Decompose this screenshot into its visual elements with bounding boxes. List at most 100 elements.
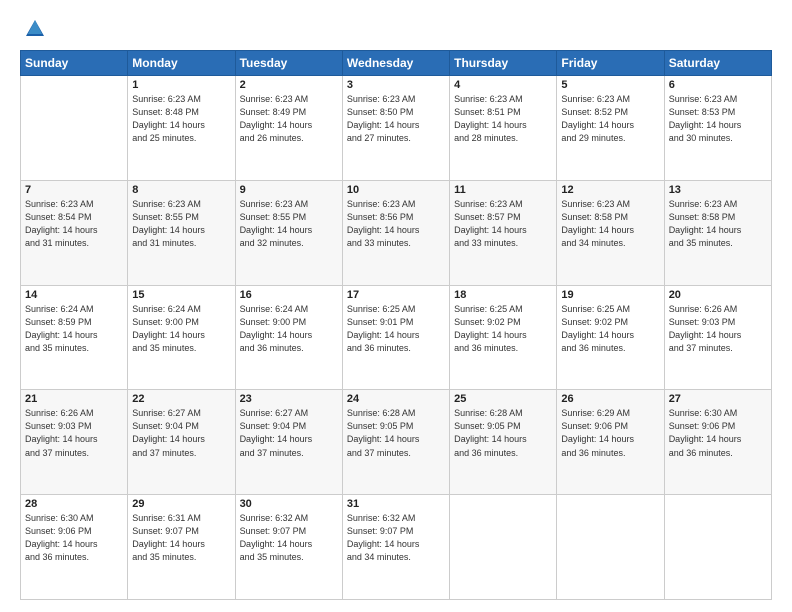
day-info: Sunrise: 6:23 AM Sunset: 8:53 PM Dayligh… (669, 93, 767, 145)
day-number: 27 (669, 393, 767, 405)
calendar-cell (21, 76, 128, 181)
calendar-cell: 1 Sunrise: 6:23 AM Sunset: 8:48 PM Daylig… (128, 76, 235, 181)
calendar-weekday-thursday: Thursday (450, 51, 557, 76)
calendar-cell: 4 Sunrise: 6:23 AM Sunset: 8:51 PM Daylig… (450, 76, 557, 181)
day-number: 14 (25, 289, 123, 301)
day-info: Sunrise: 6:32 AM Sunset: 9:07 PM Dayligh… (240, 512, 338, 564)
calendar-cell: 23 Sunrise: 6:27 AM Sunset: 9:04 PM Dayli… (235, 390, 342, 495)
calendar-cell: 11 Sunrise: 6:23 AM Sunset: 8:57 PM Dayli… (450, 180, 557, 285)
day-info: Sunrise: 6:23 AM Sunset: 8:58 PM Dayligh… (669, 198, 767, 250)
day-number: 17 (347, 289, 445, 301)
day-number: 7 (25, 184, 123, 196)
day-info: Sunrise: 6:31 AM Sunset: 9:07 PM Dayligh… (132, 512, 230, 564)
day-number: 16 (240, 289, 338, 301)
logo-icon (24, 18, 46, 40)
day-number: 31 (347, 498, 445, 510)
calendar-cell: 10Sunrise: 6:23 AM Sunset: 8:56 PM Dayli… (342, 180, 449, 285)
day-info: Sunrise: 6:25 AM Sunset: 9:01 PM Dayligh… (347, 303, 445, 355)
calendar-cell: 16 Sunrise: 6:24 AM Sunset: 9:00 PM Dayli… (235, 285, 342, 390)
calendar-cell: 22Sunrise: 6:27 AM Sunset: 9:04 PM Dayli… (128, 390, 235, 495)
day-info: Sunrise: 6:29 AM Sunset: 9:06 PM Dayligh… (561, 407, 659, 459)
day-info: Sunrise: 6:23 AM Sunset: 8:55 PM Dayligh… (132, 198, 230, 250)
day-info: Sunrise: 6:26 AM Sunset: 9:03 PM Dayligh… (25, 407, 123, 459)
day-number: 1 (132, 79, 230, 91)
logo (20, 18, 46, 40)
day-number: 30 (240, 498, 338, 510)
calendar-cell (557, 495, 664, 600)
day-number: 3 (347, 79, 445, 91)
calendar-cell: 20 Sunrise: 6:26 AM Sunset: 9:03 PM Dayli… (664, 285, 771, 390)
calendar-cell: 26 Sunrise: 6:29 AM Sunset: 9:06 PM Dayli… (557, 390, 664, 495)
calendar-cell: 12 Sunrise: 6:23 AM Sunset: 8:58 PM Dayli… (557, 180, 664, 285)
day-number: 21 (25, 393, 123, 405)
calendar-cell: 14 Sunrise: 6:24 AM Sunset: 8:59 PM Dayli… (21, 285, 128, 390)
day-number: 13 (669, 184, 767, 196)
day-info: Sunrise: 6:23 AM Sunset: 8:56 PM Dayligh… (347, 198, 445, 250)
day-number: 11 (454, 184, 552, 196)
calendar-cell: 30 Sunrise: 6:32 AM Sunset: 9:07 PM Dayli… (235, 495, 342, 600)
day-info: Sunrise: 6:30 AM Sunset: 9:06 PM Dayligh… (25, 512, 123, 564)
calendar-cell (664, 495, 771, 600)
day-info: Sunrise: 6:28 AM Sunset: 9:05 PM Dayligh… (454, 407, 552, 459)
calendar-cell: 29 Sunrise: 6:31 AM Sunset: 9:07 PM Dayli… (128, 495, 235, 600)
calendar-cell: 13 Sunrise: 6:23 AM Sunset: 8:58 PM Dayli… (664, 180, 771, 285)
calendar-cell: 15 Sunrise: 6:24 AM Sunset: 9:00 PM Dayli… (128, 285, 235, 390)
calendar-cell: 24 Sunrise: 6:28 AM Sunset: 9:05 PM Dayli… (342, 390, 449, 495)
calendar-header-row: SundayMondayTuesdayWednesdayThursdayFrid… (21, 51, 772, 76)
day-info: Sunrise: 6:24 AM Sunset: 9:00 PM Dayligh… (132, 303, 230, 355)
day-info: Sunrise: 6:23 AM Sunset: 8:55 PM Dayligh… (240, 198, 338, 250)
day-info: Sunrise: 6:23 AM Sunset: 8:48 PM Dayligh… (132, 93, 230, 145)
calendar-cell: 5Sunrise: 6:23 AM Sunset: 8:52 PM Daylig… (557, 76, 664, 181)
day-info: Sunrise: 6:23 AM Sunset: 8:58 PM Dayligh… (561, 198, 659, 250)
calendar-week-row: 14 Sunrise: 6:24 AM Sunset: 8:59 PM Dayli… (21, 285, 772, 390)
calendar-week-row: 7 Sunrise: 6:23 AM Sunset: 8:54 PM Daylig… (21, 180, 772, 285)
day-number: 26 (561, 393, 659, 405)
day-info: Sunrise: 6:27 AM Sunset: 9:04 PM Dayligh… (240, 407, 338, 459)
calendar-cell: 28Sunrise: 6:30 AM Sunset: 9:06 PM Dayli… (21, 495, 128, 600)
day-info: Sunrise: 6:30 AM Sunset: 9:06 PM Dayligh… (669, 407, 767, 459)
header (20, 18, 772, 40)
calendar-cell: 9Sunrise: 6:23 AM Sunset: 8:55 PM Daylig… (235, 180, 342, 285)
calendar-weekday-tuesday: Tuesday (235, 51, 342, 76)
calendar-week-row: 1 Sunrise: 6:23 AM Sunset: 8:48 PM Daylig… (21, 76, 772, 181)
day-info: Sunrise: 6:28 AM Sunset: 9:05 PM Dayligh… (347, 407, 445, 459)
calendar-cell: 31 Sunrise: 6:32 AM Sunset: 9:07 PM Dayli… (342, 495, 449, 600)
day-info: Sunrise: 6:23 AM Sunset: 8:57 PM Dayligh… (454, 198, 552, 250)
day-info: Sunrise: 6:25 AM Sunset: 9:02 PM Dayligh… (561, 303, 659, 355)
day-info: Sunrise: 6:23 AM Sunset: 8:52 PM Dayligh… (561, 93, 659, 145)
day-info: Sunrise: 6:23 AM Sunset: 8:51 PM Dayligh… (454, 93, 552, 145)
day-number: 23 (240, 393, 338, 405)
calendar-cell: 19Sunrise: 6:25 AM Sunset: 9:02 PM Dayli… (557, 285, 664, 390)
day-number: 2 (240, 79, 338, 91)
day-info: Sunrise: 6:23 AM Sunset: 8:49 PM Dayligh… (240, 93, 338, 145)
day-number: 4 (454, 79, 552, 91)
calendar-week-row: 28Sunrise: 6:30 AM Sunset: 9:06 PM Dayli… (21, 495, 772, 600)
page: SundayMondayTuesdayWednesdayThursdayFrid… (0, 0, 792, 612)
calendar-cell: 7 Sunrise: 6:23 AM Sunset: 8:54 PM Daylig… (21, 180, 128, 285)
day-info: Sunrise: 6:24 AM Sunset: 9:00 PM Dayligh… (240, 303, 338, 355)
calendar-cell: 17 Sunrise: 6:25 AM Sunset: 9:01 PM Dayli… (342, 285, 449, 390)
calendar-weekday-monday: Monday (128, 51, 235, 76)
calendar-weekday-friday: Friday (557, 51, 664, 76)
day-info: Sunrise: 6:27 AM Sunset: 9:04 PM Dayligh… (132, 407, 230, 459)
calendar-cell: 3 Sunrise: 6:23 AM Sunset: 8:50 PM Daylig… (342, 76, 449, 181)
day-info: Sunrise: 6:24 AM Sunset: 8:59 PM Dayligh… (25, 303, 123, 355)
day-number: 15 (132, 289, 230, 301)
day-number: 24 (347, 393, 445, 405)
calendar-weekday-sunday: Sunday (21, 51, 128, 76)
day-info: Sunrise: 6:23 AM Sunset: 8:50 PM Dayligh… (347, 93, 445, 145)
calendar-weekday-wednesday: Wednesday (342, 51, 449, 76)
day-number: 8 (132, 184, 230, 196)
day-number: 18 (454, 289, 552, 301)
day-number: 25 (454, 393, 552, 405)
day-number: 20 (669, 289, 767, 301)
calendar-cell: 6Sunrise: 6:23 AM Sunset: 8:53 PM Daylig… (664, 76, 771, 181)
day-number: 12 (561, 184, 659, 196)
day-info: Sunrise: 6:25 AM Sunset: 9:02 PM Dayligh… (454, 303, 552, 355)
calendar-table: SundayMondayTuesdayWednesdayThursdayFrid… (20, 50, 772, 600)
day-info: Sunrise: 6:23 AM Sunset: 8:54 PM Dayligh… (25, 198, 123, 250)
calendar-cell: 27 Sunrise: 6:30 AM Sunset: 9:06 PM Dayli… (664, 390, 771, 495)
day-info: Sunrise: 6:26 AM Sunset: 9:03 PM Dayligh… (669, 303, 767, 355)
day-info: Sunrise: 6:32 AM Sunset: 9:07 PM Dayligh… (347, 512, 445, 564)
day-number: 29 (132, 498, 230, 510)
